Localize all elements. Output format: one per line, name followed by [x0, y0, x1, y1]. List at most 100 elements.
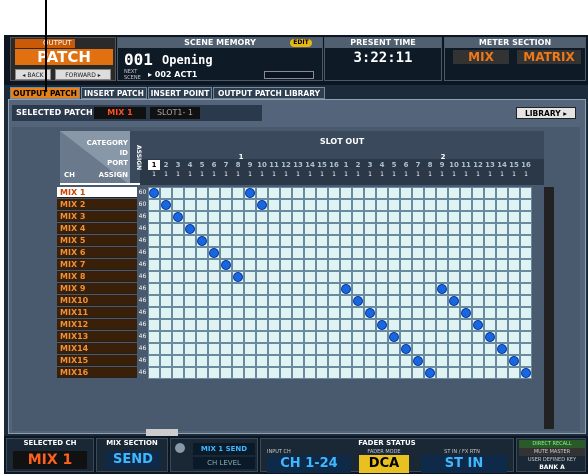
patch-cell[interactable] [328, 367, 340, 379]
patch-cell[interactable] [400, 199, 412, 211]
patch-cell[interactable] [340, 259, 352, 271]
patch-cell[interactable] [316, 355, 328, 367]
patch-cell[interactable] [268, 367, 280, 379]
patch-cell[interactable] [376, 247, 388, 259]
patch-cell[interactable] [196, 199, 208, 211]
scene-memory[interactable]: SCENE MEMORY EDIT 001 Opening NEXT SCENE… [117, 37, 323, 81]
patch-cell[interactable] [160, 271, 172, 283]
patch-cell[interactable] [508, 271, 520, 283]
patch-cell[interactable] [280, 199, 292, 211]
row-label-mix15[interactable]: MIX15 [57, 355, 137, 366]
patch-cell[interactable] [292, 187, 304, 199]
patch-cell[interactable] [508, 295, 520, 307]
patch-cell[interactable] [436, 211, 448, 223]
patch-cell[interactable] [208, 211, 220, 223]
patch-cell[interactable] [364, 259, 376, 271]
meter-matrix-button[interactable]: MATRIX [517, 50, 581, 64]
patch-cell[interactable] [268, 223, 280, 235]
patch-cell[interactable] [436, 187, 448, 199]
patch-cell[interactable] [508, 211, 520, 223]
patch-cell[interactable] [256, 271, 268, 283]
patch-cell[interactable] [292, 367, 304, 379]
patch-cell[interactable] [460, 235, 472, 247]
patch-cell[interactable] [364, 367, 376, 379]
patch-cell[interactable] [316, 271, 328, 283]
mix1-send-button[interactable]: MIX 1 SEND [193, 443, 255, 455]
patch-cell[interactable] [172, 199, 184, 211]
patch-cell[interactable] [376, 367, 388, 379]
patch-cell[interactable] [184, 307, 196, 319]
patch-cell[interactable] [400, 307, 412, 319]
patch-cell[interactable] [232, 271, 244, 283]
patch-cell[interactable] [220, 223, 232, 235]
patch-cell[interactable] [316, 367, 328, 379]
forward-button[interactable]: FORWARD ▸ [55, 69, 111, 80]
patch-cell[interactable] [520, 307, 532, 319]
patch-cell[interactable] [364, 211, 376, 223]
patch-cell[interactable] [496, 271, 508, 283]
patch-cell[interactable] [448, 331, 460, 343]
patch-cell[interactable] [160, 355, 172, 367]
patch-cell[interactable] [364, 319, 376, 331]
patch-cell[interactable] [436, 199, 448, 211]
patch-cell[interactable] [184, 319, 196, 331]
patch-cell[interactable] [208, 319, 220, 331]
patch-cell[interactable] [172, 295, 184, 307]
patch-cell[interactable] [172, 307, 184, 319]
patch-cell[interactable] [148, 343, 160, 355]
patch-cell[interactable] [268, 211, 280, 223]
patch-cell[interactable] [244, 283, 256, 295]
patch-cell[interactable] [352, 247, 364, 259]
patch-cell[interactable] [340, 235, 352, 247]
patch-cell[interactable] [220, 211, 232, 223]
patch-cell[interactable] [184, 211, 196, 223]
patch-cell[interactable] [148, 271, 160, 283]
patch-cell[interactable] [328, 187, 340, 199]
patch-cell[interactable] [208, 367, 220, 379]
patch-cell[interactable] [208, 355, 220, 367]
patch-cell[interactable] [196, 247, 208, 259]
patch-cell[interactable] [292, 247, 304, 259]
patch-cell[interactable] [220, 247, 232, 259]
patch-cell[interactable] [172, 331, 184, 343]
patch-cell[interactable] [472, 259, 484, 271]
patch-cell[interactable] [400, 295, 412, 307]
patch-cell[interactable] [304, 367, 316, 379]
patch-cell[interactable] [328, 271, 340, 283]
patch-cell[interactable] [412, 223, 424, 235]
patch-cell[interactable] [196, 367, 208, 379]
patch-cell[interactable] [352, 235, 364, 247]
patch-cell[interactable] [520, 271, 532, 283]
patch-cell[interactable] [388, 319, 400, 331]
patch-cell[interactable] [400, 259, 412, 271]
patch-cell[interactable] [376, 319, 388, 331]
patch-cell[interactable] [496, 367, 508, 379]
patch-cell[interactable] [316, 247, 328, 259]
patch-cell[interactable] [328, 307, 340, 319]
patch-cell[interactable] [172, 247, 184, 259]
patch-cell[interactable] [448, 307, 460, 319]
patch-cell[interactable] [508, 223, 520, 235]
patch-cell[interactable] [364, 199, 376, 211]
patch-cell[interactable] [184, 187, 196, 199]
patch-cell[interactable] [172, 187, 184, 199]
patch-cell[interactable] [340, 331, 352, 343]
patch-cell[interactable] [328, 211, 340, 223]
row-label-mix1[interactable]: MIX 1 [57, 187, 137, 198]
patch-cell[interactable] [208, 247, 220, 259]
patch-cell[interactable] [256, 247, 268, 259]
patch-cell[interactable] [376, 307, 388, 319]
patch-cell[interactable] [352, 211, 364, 223]
patch-cell[interactable] [184, 235, 196, 247]
patch-cell[interactable] [424, 199, 436, 211]
patch-cell[interactable] [280, 235, 292, 247]
patch-cell[interactable] [316, 235, 328, 247]
patch-cell[interactable] [172, 235, 184, 247]
patch-cell[interactable] [520, 247, 532, 259]
patch-cell[interactable] [412, 199, 424, 211]
patch-cell[interactable] [340, 187, 352, 199]
patch-cell[interactable] [256, 295, 268, 307]
patch-cell[interactable] [328, 343, 340, 355]
patch-cell[interactable] [148, 211, 160, 223]
patch-cell[interactable] [232, 223, 244, 235]
